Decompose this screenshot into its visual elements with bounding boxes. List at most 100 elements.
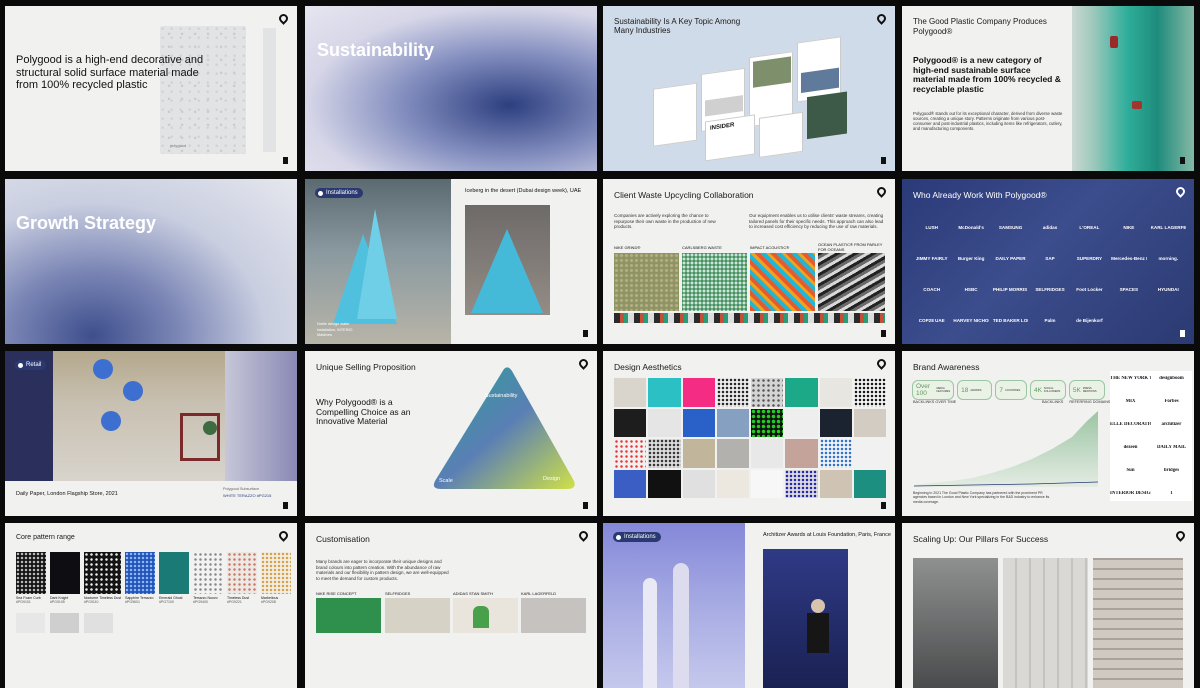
speaker-head: [811, 599, 825, 613]
material-name: WHITE TERAZZO #PG215: [223, 493, 272, 498]
slide-sustainability[interactable]: Sustainability: [305, 6, 597, 171]
pillar: [673, 563, 689, 688]
slide-scaling-up[interactable]: Scaling Up: Our Pillars For Success: [902, 523, 1194, 688]
label-nike-rise: NIKE RISE CONCEPT: [316, 591, 357, 596]
client-logo: adidas: [1042, 225, 1058, 230]
press-logo: MIX: [1125, 399, 1136, 404]
swatch-image: [125, 552, 156, 594]
slide-polygood-intro[interactable]: polygood Polygood is a high-end decorati…: [5, 6, 297, 171]
label-impact: IMPACT ACOUSTIC®: [750, 245, 790, 250]
swatch-card[interactable]: Nocturne Timeless Dust #PG9110: [83, 552, 122, 604]
slide-client-waste[interactable]: Client Waste Upcycling Collaboration Com…: [603, 179, 895, 344]
slide-brand-awareness[interactable]: Brand Awareness Over 100 MEDIA FEATURES 18…: [902, 351, 1194, 516]
client-logo: Mercedes-Benz Fashion Week: [1111, 256, 1146, 261]
stool-seat: [101, 411, 121, 431]
intro-left: Companies are actively exploring the cha…: [614, 213, 716, 229]
pattern-tile: [853, 378, 886, 407]
display-frame: [180, 413, 220, 461]
swatch-code: #PG9221: [227, 600, 242, 604]
stat-value: 4K: [1033, 386, 1042, 394]
swatch-card[interactable]: Terrazzo Nuovo #PG9400: [193, 552, 224, 604]
slide-installations-iceberg[interactable]: Noble design water installation, INTERIO…: [305, 179, 597, 344]
swatch-code: #PG7100: [159, 600, 174, 604]
label-ocean: OCEAN PLASTIC® FROM PARLEY FOR OCEANS: [818, 242, 883, 252]
installation-photo: [603, 523, 745, 688]
pattern-tile: [819, 439, 852, 468]
client-logo: SELFRIDGES: [1035, 287, 1065, 292]
pattern-tile: [648, 378, 681, 407]
client-logo: SPACES: [1119, 287, 1139, 292]
slide-sustainability-topic[interactable]: Sustainability Is A Key Topic Among Many…: [603, 6, 895, 171]
swatch-card[interactable]: Emerald Ghost #PG7100: [159, 552, 190, 604]
pattern-tile: [648, 408, 681, 437]
stat-label: AWARDS: [970, 388, 982, 392]
pattern-tile: [751, 469, 784, 498]
nike-swatch: [614, 253, 679, 311]
press-logo: Forbes: [1164, 399, 1179, 404]
pattern-tile: [785, 408, 818, 437]
swatch-code: #PG9601: [125, 600, 140, 604]
impact-swatch: [750, 253, 815, 311]
customisation-photo: [453, 598, 518, 633]
slide-retail[interactable]: Retail Daily Paper, London Flagship Stor…: [5, 351, 297, 516]
small-note: Noble design water installation, INTERIO…: [317, 322, 353, 337]
brand-logo-icon: [875, 185, 888, 198]
slide-design-aesthetics[interactable]: Design Aesthetics: [603, 351, 895, 516]
slide-growth-strategy[interactable]: Growth Strategy: [5, 179, 297, 344]
page-marker-icon: [283, 157, 288, 164]
pattern-tile: [716, 378, 749, 407]
stat-value: 5K: [1072, 386, 1081, 394]
pattern-tile: [853, 408, 886, 437]
pattern-tile: [648, 439, 681, 468]
client-logo: SAP: [1045, 256, 1055, 261]
client-logo: NIKE: [1123, 225, 1135, 230]
article-card: [759, 111, 803, 158]
press-logo: INTERIOR DESIGN: [1110, 491, 1151, 496]
slide-good-plastic[interactable]: The Good Plastic Company Produces Polygo…: [902, 6, 1194, 171]
slide-customisation[interactable]: Customisation Many brands are eager to i…: [305, 523, 597, 688]
stat-pill: Over 100 MEDIA FEATURES: [912, 380, 955, 400]
swatch-image: [261, 552, 291, 594]
footnote: Beginning in 2021 The Good Plastic Compa…: [913, 491, 1050, 504]
slide-core-patterns[interactable]: Core pattern range Sea Foam Curb #PG9101 D…: [5, 523, 297, 688]
swatch-card[interactable]: Timeless Dust #PG9221: [227, 552, 258, 604]
slide-clients[interactable]: Who Already Work With Polygood® LUSH McDo…: [902, 179, 1194, 344]
pillar: [643, 578, 657, 688]
area-series: [914, 411, 1098, 487]
backlinks-chart: [913, 411, 1099, 487]
page-marker-icon: [283, 502, 288, 509]
swatch-card[interactable]: Sea Foam Curb #PG9101: [16, 552, 46, 604]
client-logo: Foot Locker: [1076, 287, 1103, 292]
slide-architizer[interactable]: Installations Architizer Awards at Louis…: [603, 523, 895, 688]
pattern-tile: [853, 469, 886, 498]
swatch-card[interactable]: Sapphire Terrazzo #PG9601: [125, 552, 156, 604]
plant: [203, 421, 217, 435]
pattern-tile: [682, 439, 715, 468]
client-logo: HYUNDAI: [1157, 287, 1179, 292]
swatch-image: [16, 552, 46, 594]
retail-tag: Retail: [15, 360, 47, 370]
article-image: [753, 56, 791, 88]
press-logo: dezeen: [1123, 445, 1138, 450]
photo-wall: [225, 351, 297, 481]
swatch-code: #PG9400: [193, 600, 208, 604]
client-logo: DAILY PAPER: [995, 256, 1026, 261]
headline: Why Polygood® is a Compelling Choice as …: [316, 397, 411, 426]
slide-usp[interactable]: Unique Selling Proposition Why Polygood®…: [305, 351, 597, 516]
press-logo: DAILY MAIL: [1156, 445, 1187, 450]
iceberg-shape: [357, 209, 397, 319]
client-logo: PHILIP MORRIS INTERNATIONAL: [992, 287, 1028, 292]
swatch-card[interactable]: Marbellous #PG9208: [261, 552, 291, 604]
client-logo: L'OREAL: [1079, 225, 1100, 230]
pattern-tile: [785, 469, 818, 498]
stat-label: MEDIA FEATURES: [936, 387, 951, 393]
client-logo: morning.: [1158, 256, 1179, 261]
client-logo: HARVEY NICHOLS: [953, 318, 989, 323]
swatch-image: [49, 552, 80, 594]
swatch-card[interactable]: Dark Knight #PG9105: [49, 552, 80, 604]
swatch-strip: [614, 313, 885, 323]
brand-logo-icon: [577, 529, 590, 542]
label-nike: NIKE GRIND®: [614, 245, 641, 250]
page-marker-icon: [881, 157, 886, 164]
press-logo: designboom: [1159, 376, 1184, 381]
